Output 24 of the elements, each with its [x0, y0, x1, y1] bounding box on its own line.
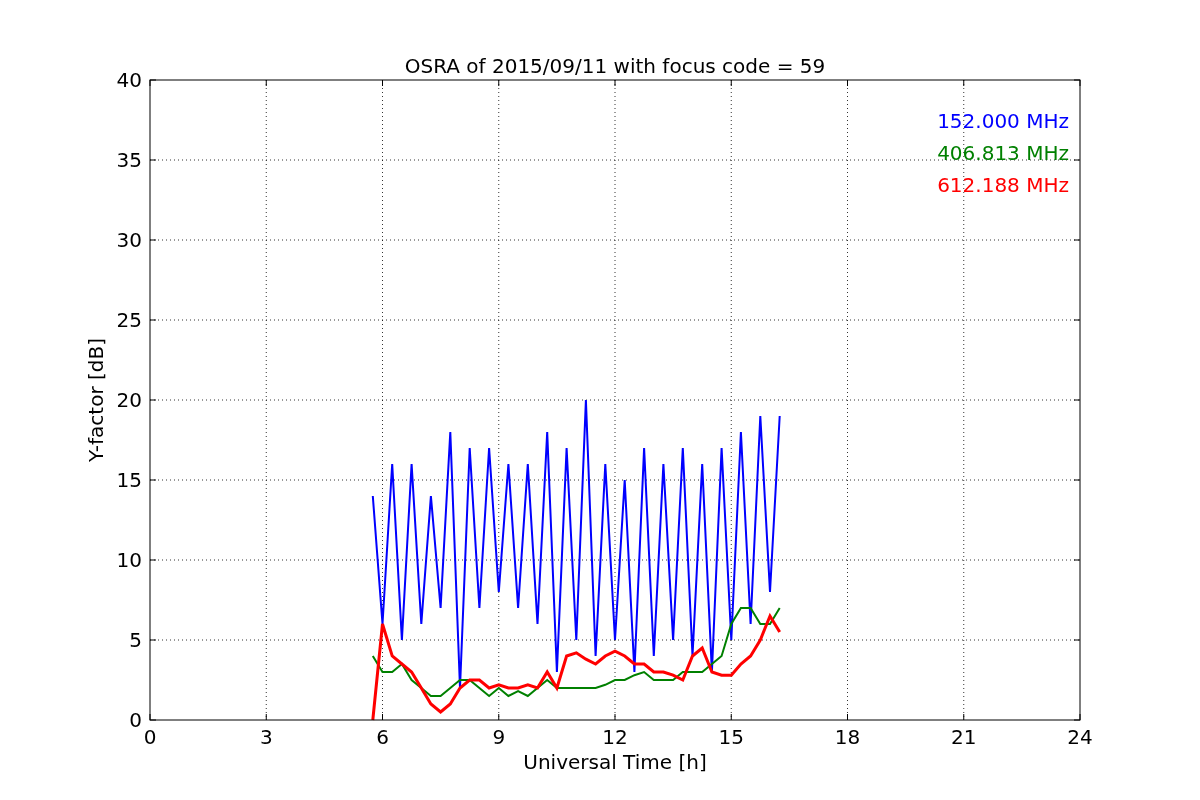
x-axis-label: Universal Time [h]: [523, 750, 707, 774]
tick-label: 21: [951, 725, 977, 749]
tick-label: 24: [1067, 725, 1093, 749]
tick-label: 40: [116, 68, 142, 92]
legend-label: 152.000 MHz: [937, 109, 1069, 133]
tick-label: 15: [718, 725, 744, 749]
tick-label: 9: [492, 725, 506, 749]
tick-label: 6: [376, 725, 389, 749]
legend-label: 406.813 MHz: [937, 141, 1069, 165]
tick-label: 15: [116, 468, 142, 492]
tick-label: 18: [834, 725, 861, 749]
tick-label: 20: [116, 388, 142, 412]
tick-label: 25: [116, 308, 142, 332]
tick-label: 10: [116, 548, 142, 572]
tick-label: 12: [602, 725, 628, 749]
y-axis-label: Y-factor [dB]: [84, 338, 108, 462]
tick-label: 35: [116, 148, 142, 172]
tick-label: 0: [143, 725, 157, 749]
legend-label: 612.188 MHz: [937, 173, 1069, 197]
tick-label: 5: [129, 628, 142, 652]
tick-label: 0: [129, 708, 142, 732]
tick-label: 30: [116, 228, 142, 252]
tick-label: 3: [259, 725, 273, 749]
chart-title: OSRA of 2015/09/11 with focus code = 59: [404, 54, 826, 78]
